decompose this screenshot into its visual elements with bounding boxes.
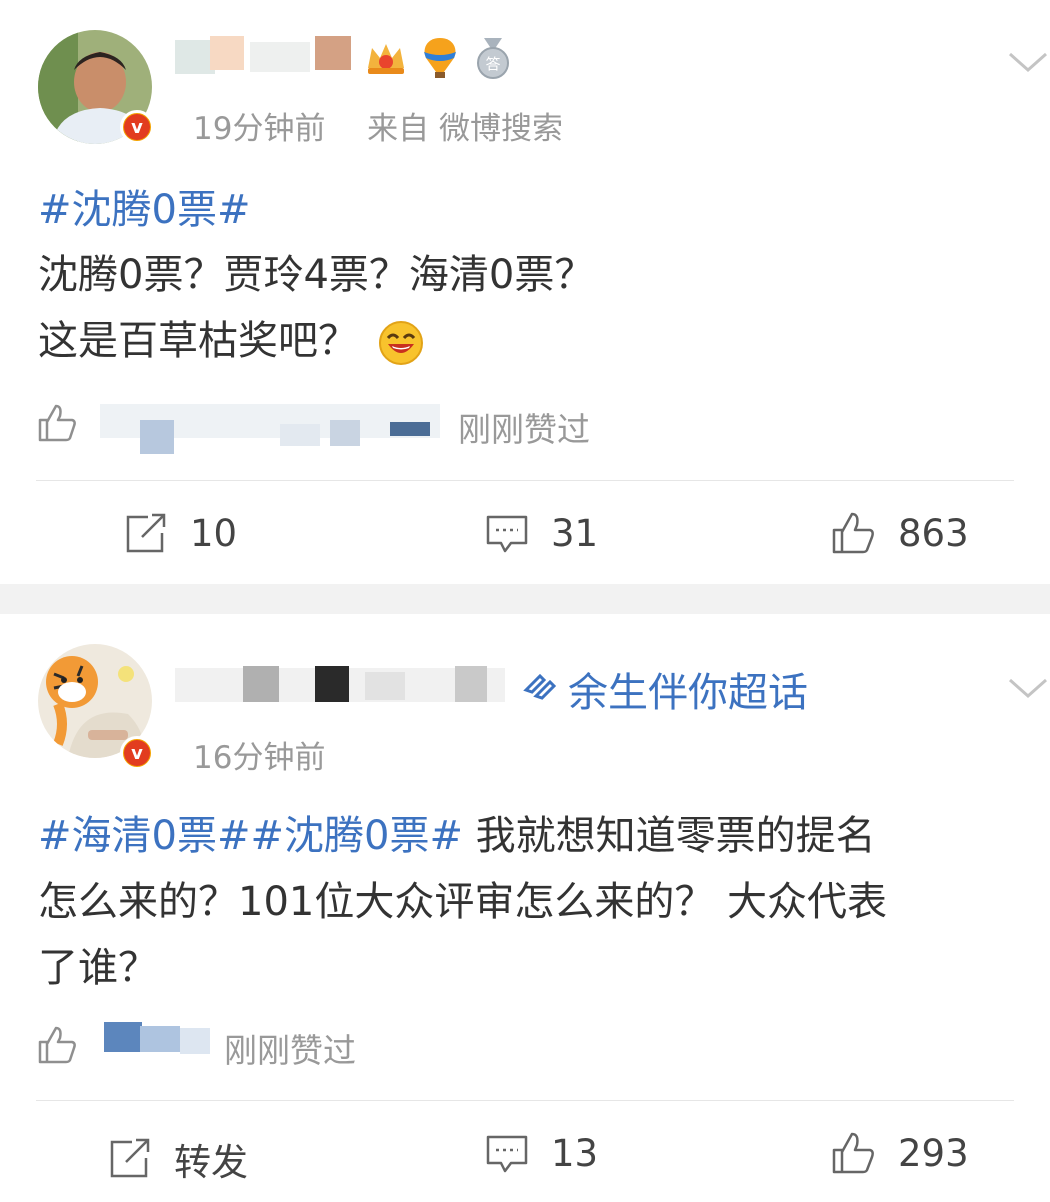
thumbs-up-icon (38, 1026, 76, 1064)
chevron-down-icon[interactable] (1006, 48, 1050, 76)
post-text-line-3: 了谁？ (38, 945, 158, 991)
answer-medal-icon: 答 (477, 38, 509, 79)
comment-count: 31 (551, 512, 599, 555)
post-source[interactable]: 来自 微博搜索 (367, 111, 563, 147)
repost-icon (110, 1138, 150, 1178)
laughing-emoji-icon (379, 321, 423, 365)
liked-recently-text: 刚刚赞过 (458, 410, 590, 449)
like-button[interactable]: 863 (830, 510, 969, 556)
liker-name-blurred[interactable] (104, 1018, 214, 1062)
like-count: 293 (898, 1131, 969, 1175)
like-count: 863 (898, 511, 969, 555)
divider (36, 1100, 1014, 1101)
post-card-1: v 答 19分钟前 来自 微博搜索 #沈腾0票# 沈腾0票？贾玲4票？海清0票？… (0, 0, 1050, 584)
username-blurred[interactable] (175, 36, 365, 76)
repost-button[interactable]: 10 (124, 512, 237, 555)
comment-icon (486, 515, 528, 552)
comment-icon (486, 1135, 528, 1172)
crown-badge-icon (368, 44, 404, 74)
liker-name-blurred[interactable] (100, 402, 450, 454)
chevron-down-icon[interactable] (1006, 674, 1050, 702)
like-button[interactable]: 293 (830, 1130, 969, 1176)
username-blurred[interactable] (175, 664, 515, 704)
post-separator (0, 584, 1050, 614)
verified-badge: v (120, 736, 154, 770)
post-text-line-1-content: 我就想知道零票的提名 (462, 813, 876, 859)
comment-count: 13 (551, 1132, 599, 1175)
post-text-line-2: 怎么来的？101位大众评审怎么来的？ 大众代表 (38, 879, 888, 925)
hashtag-link[interactable]: #海清0票##沈腾0票# (38, 813, 463, 859)
divider (36, 480, 1014, 481)
verified-badge: v (120, 110, 154, 144)
post-text-line-1: #海清0票##沈腾0票# 我就想知道零票的提名 (38, 804, 876, 868)
post-card-2: v 余生伴你超话 16分钟前 #海清0票##沈腾0票# 我就想知道零票的提名 怎… (0, 614, 1050, 1202)
balloon-badge-icon (424, 38, 456, 78)
repost-label: 转发 (174, 1141, 248, 1184)
comment-button[interactable]: 31 (485, 512, 598, 555)
post-text-line-2-content: 这是百草枯奖吧？ (38, 318, 358, 364)
post-time: 19分钟前 (193, 111, 326, 147)
thumbs-up-icon (38, 404, 76, 442)
repost-button[interactable]: 转发 (108, 1132, 248, 1186)
post-time: 16分钟前 (193, 740, 326, 776)
liked-recently-text: 刚刚赞过 (224, 1031, 356, 1070)
repost-icon (126, 513, 166, 552)
svg-text:答: 答 (485, 55, 500, 73)
comment-button[interactable]: 13 (485, 1132, 598, 1175)
supertopic-icon (523, 673, 557, 700)
supertopic-link[interactable]: 余生伴你超话 (568, 660, 808, 718)
post-meta: 19分钟前 来自 微博搜索 (193, 103, 563, 148)
hashtag-link[interactable]: #沈腾0票# (38, 178, 250, 242)
post-text-line-1: 沈腾0票？贾玲4票？海清0票？ (38, 252, 595, 298)
post-text-line-2: 这是百草枯奖吧？ (38, 309, 424, 373)
like-icon (832, 512, 874, 554)
repost-count: 10 (190, 512, 238, 555)
like-icon (832, 1132, 874, 1174)
